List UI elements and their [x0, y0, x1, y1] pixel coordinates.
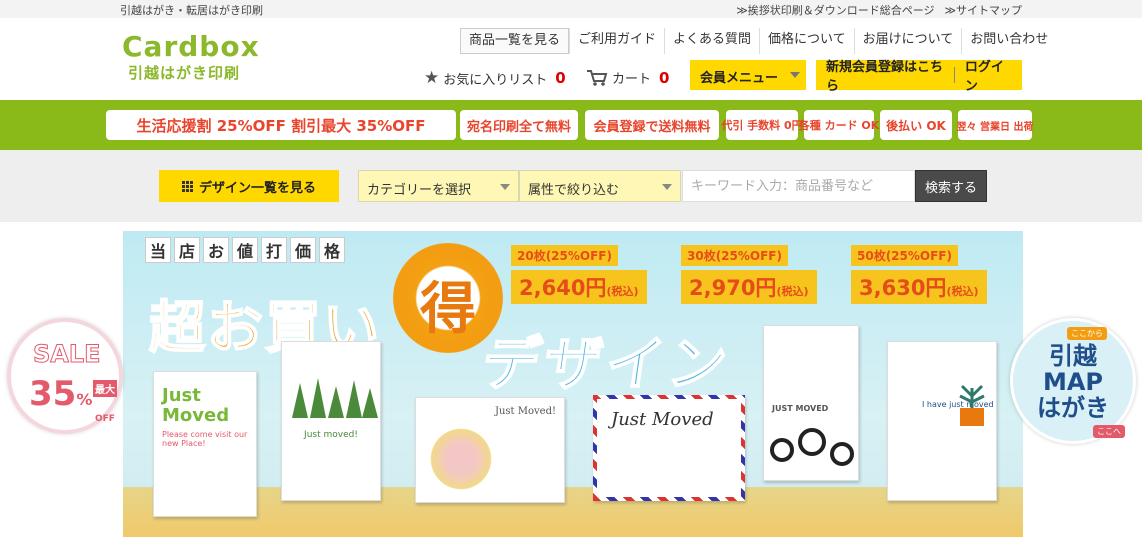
nav-product-list[interactable]: 商品一覧を見る	[460, 28, 570, 54]
price-qty: 20枚(25%OFF)	[511, 245, 618, 266]
nav-contact[interactable]: お問い合わせ	[961, 28, 1056, 54]
price-value: 2,640円(税込)	[511, 270, 647, 304]
sample-card: I have just moved	[887, 341, 997, 501]
map-line: はがき	[1037, 394, 1109, 422]
login-button[interactable]: ログイン	[955, 56, 1022, 94]
sample-card: Just Moved	[593, 395, 745, 501]
promo-free-shipping-chip[interactable]: 会員登録で送料無料	[585, 110, 719, 140]
map-line: 引越	[1049, 342, 1097, 370]
promo-free-address-chip[interactable]: 宛名印刷全て無料	[460, 110, 578, 140]
design-list-button[interactable]: デザイン一覧を見る	[159, 170, 339, 202]
favorites-label: お気に入りリスト	[443, 72, 548, 88]
plant-icon	[959, 384, 985, 426]
member-menu-label: 会員メニュー	[700, 71, 779, 86]
price-qty: 30枚(25%OFF)	[681, 245, 788, 266]
hero-char: お	[203, 237, 229, 263]
design-list-label: デザイン一覧を見る	[198, 180, 316, 196]
attribute-select[interactable]: 属性で絞り込む	[519, 170, 681, 202]
hero-banner[interactable]: 当 店 お 値 打 価 格 超お買い 得 デザイン 20枚(25%OFF) 2,…	[123, 231, 1023, 537]
price-20: 20枚(25%OFF) 2,640円(税込)	[511, 245, 671, 304]
keyword-input[interactable]	[682, 170, 915, 202]
greeting-print-link[interactable]: ≫挨拶状印刷＆ダウンロード総合ページ	[736, 2, 934, 18]
map-line: MAP	[1042, 368, 1104, 396]
search-button[interactable]: 検索する	[915, 170, 987, 202]
hero-char: 値	[232, 237, 258, 263]
logo-brand: Cardbox	[122, 30, 260, 63]
promo-strip: 生活応援割 25%OFF 割引最大 35%OFF 宛名印刷全て無料 会員登録で送…	[0, 100, 1142, 150]
moving-map-badge[interactable]: ここから 引越 MAP はがき ここへ	[1010, 318, 1136, 444]
top-strip: 引越はがき・転居はがき印刷 ≫挨拶状印刷＆ダウンロード総合ページ ≫サイトマップ	[0, 0, 1142, 18]
hero-header-chars: 当 店 お 値 打 価 格	[145, 237, 345, 263]
hero-sun-char: 得	[420, 276, 476, 342]
chevron-down-icon	[662, 184, 672, 190]
sale-max: 最大	[93, 380, 117, 397]
search-bar: デザイン一覧を見る カテゴリーを選択 属性で絞り込む 検索する	[0, 150, 1142, 222]
sample-card: Just Moved Please come visit our new Pla…	[153, 371, 257, 517]
sample-card: Just Moved!	[415, 397, 565, 503]
hero-char: 店	[174, 237, 200, 263]
attribute-select-value: 属性で絞り込む	[528, 183, 620, 198]
cart-link[interactable]: カート 0	[586, 68, 669, 87]
site-tagline: 引越はがき・転居はがき印刷	[120, 4, 263, 17]
top-links: ≫挨拶状印刷＆ダウンロード総合ページ ≫サイトマップ	[736, 2, 1022, 18]
sample-card: Just moved!	[281, 341, 381, 501]
hero-char: 価	[290, 237, 316, 263]
hero-char: 当	[145, 237, 171, 263]
main-nav: 商品一覧を見る ご利用ガイド よくある質問 価格について お届けについて お問い…	[460, 28, 1056, 54]
sitemap-link[interactable]: ≫サイトマップ	[944, 2, 1022, 18]
star-icon: ★	[424, 68, 440, 88]
hero-title-design: デザイン	[477, 329, 737, 399]
nav-guide[interactable]: ご利用ガイド	[569, 28, 664, 54]
promo-ship-chip[interactable]: 翌々 営業日 出荷	[957, 110, 1033, 140]
grid-icon	[181, 180, 193, 192]
promo-discount-chip[interactable]: 生活応援割 25%OFF 割引最大 35%OFF	[106, 110, 456, 140]
favorites-count: 0	[555, 69, 566, 87]
price-value: 3,630円(税込)	[851, 270, 987, 304]
logo-subtitle: 引越はがき印刷	[128, 64, 241, 82]
price-qty: 50枚(25%OFF)	[851, 245, 958, 266]
price-value: 2,970円(税込)	[681, 270, 817, 304]
price-50: 50枚(25%OFF) 3,630円(税込)	[851, 245, 1011, 304]
hero-char: 打	[261, 237, 287, 263]
nav-price[interactable]: 価格について	[759, 28, 854, 54]
sale-badge[interactable]: SALE 35% 最大 OFF	[7, 318, 123, 434]
flowers-icon	[770, 428, 854, 466]
account-buttons: 新規会員登録はこちら ログイン	[816, 60, 1022, 94]
sample-card: JUST MOVED	[763, 325, 859, 481]
nav-delivery[interactable]: お届けについて	[853, 28, 962, 54]
hero-char: 格	[319, 237, 345, 263]
promo-card-chip[interactable]: 各種 カード OK	[799, 110, 879, 140]
category-select-value: カテゴリーを選択	[367, 183, 472, 198]
map-tag-top: ここから	[1067, 327, 1107, 340]
map-tag-bottom: ここへ	[1093, 425, 1125, 438]
cart-label: カート	[612, 72, 652, 87]
site-header: Cardbox 引越はがき印刷 商品一覧を見る ご利用ガイド よくある質問 価格…	[0, 18, 1142, 100]
trees-icon	[292, 378, 378, 418]
site-logo[interactable]: Cardbox 引越はがき印刷	[122, 32, 262, 92]
category-select[interactable]: カテゴリーを選択	[358, 170, 519, 202]
chevron-down-icon	[500, 184, 510, 190]
promo-cod-chip[interactable]: 代引 手数料 0円	[721, 110, 803, 140]
member-menu-button[interactable]: 会員メニュー	[690, 60, 806, 90]
signup-button[interactable]: 新規会員登録はこちら	[816, 56, 954, 94]
sale-percent: 35%	[29, 374, 93, 414]
sale-off: OFF	[95, 414, 115, 424]
sale-word: SALE	[33, 340, 102, 369]
favorites-link[interactable]: ★ お気に入りリスト 0	[424, 68, 566, 88]
price-30: 30枚(25%OFF) 2,970円(税込)	[681, 245, 841, 304]
promo-deferred-chip[interactable]: 後払い OK	[880, 110, 952, 140]
cart-count: 0	[659, 68, 670, 87]
nav-faq[interactable]: よくある質問	[664, 28, 759, 54]
chevron-down-icon	[790, 72, 800, 78]
cart-icon	[586, 69, 608, 87]
